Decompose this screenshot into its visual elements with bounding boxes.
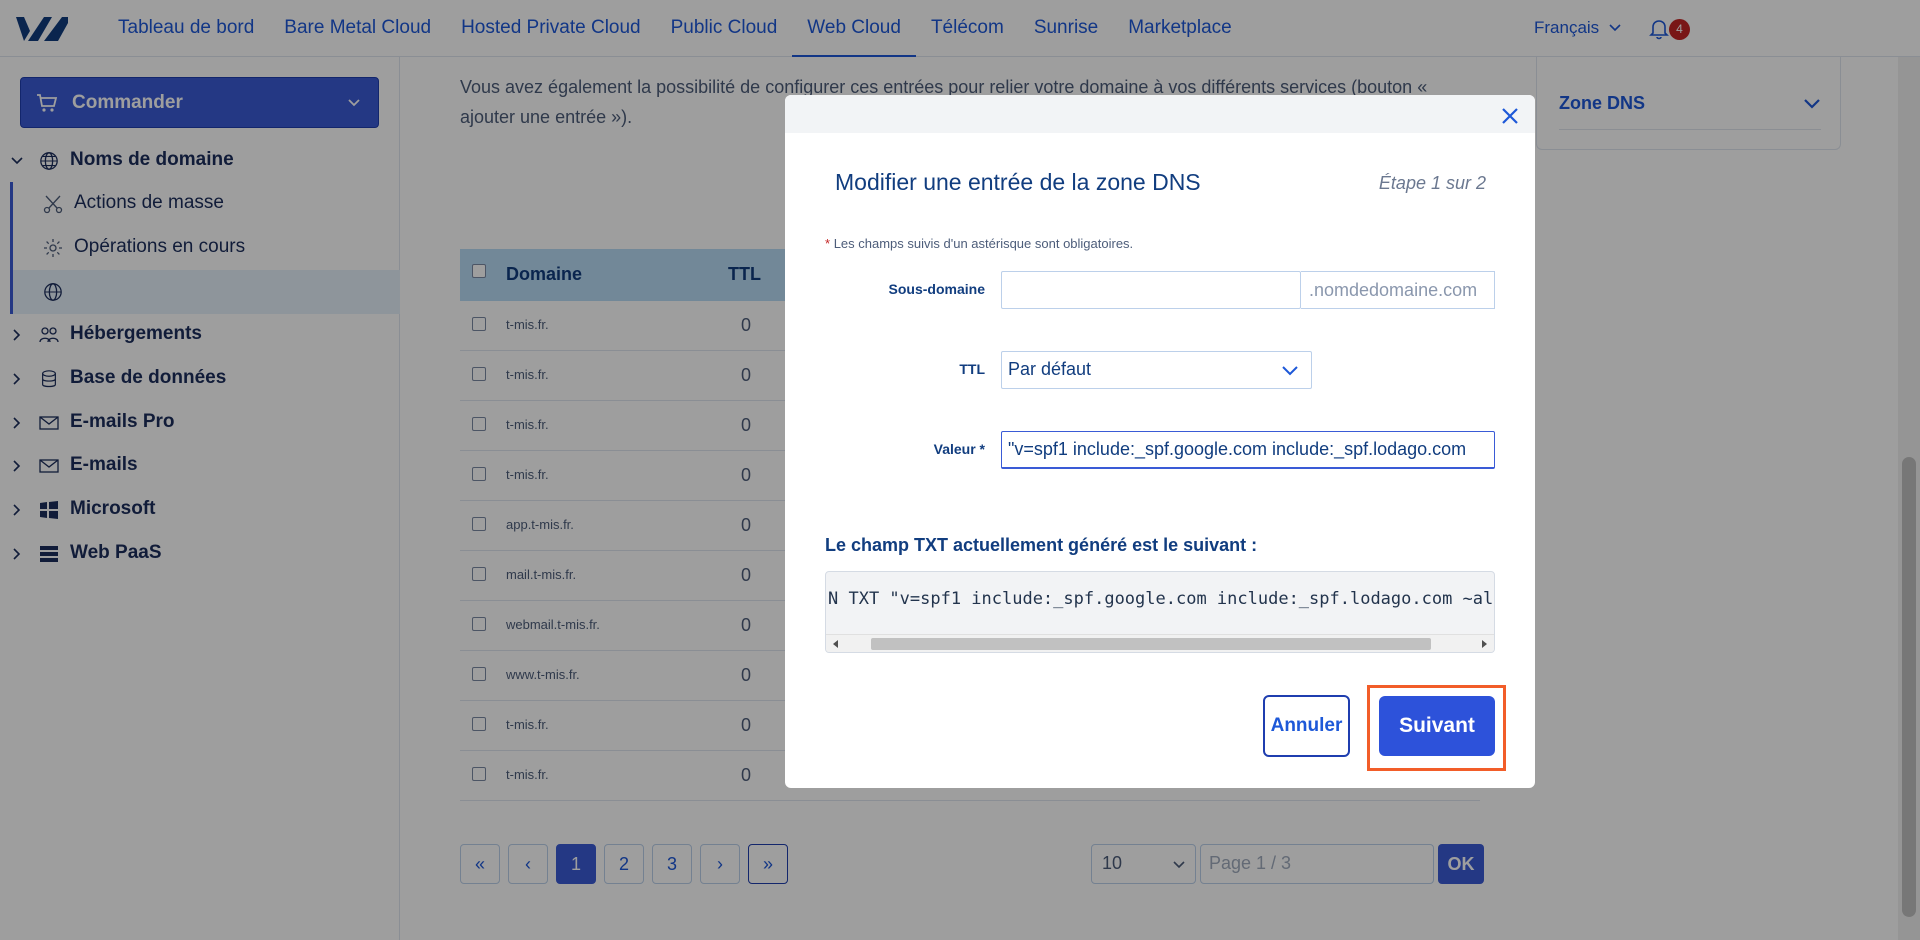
required-note-text: Les champs suivis d'un astérisque sont o…: [833, 236, 1134, 251]
modal-header-bar: [785, 95, 1535, 133]
close-icon[interactable]: [1499, 105, 1521, 127]
horizontal-scrollbar[interactable]: [826, 634, 1494, 652]
value-label: Valeur *: [933, 441, 985, 457]
required-note: * Les champs suivis d'un astérisque sont…: [825, 236, 1133, 251]
scroll-right-arrow-icon[interactable]: [1482, 640, 1487, 648]
asterisk: *: [825, 236, 831, 251]
value-input[interactable]: "v=spf1 include:_spf.google.com include:…: [1001, 431, 1495, 469]
ttl-label: TTL: [959, 361, 985, 377]
subdomain-suffix: .nomdedomaine.com: [1301, 271, 1495, 309]
chevron-down-icon: [1282, 366, 1298, 376]
ttl-value: Par défaut: [1008, 359, 1092, 379]
scrollbar-thumb[interactable]: [871, 638, 1431, 650]
cancel-button[interactable]: Annuler: [1263, 695, 1350, 757]
scroll-left-arrow-icon[interactable]: [833, 640, 838, 648]
ttl-select[interactable]: Par défaut: [1001, 351, 1312, 389]
txt-preview-text: N TXT "v=spf1 include:_spf.google.com in…: [828, 589, 1495, 609]
subdomain-input[interactable]: [1001, 271, 1301, 309]
modal-title: Modifier une entrée de la zone DNS: [835, 169, 1201, 195]
txt-preview-box: N TXT "v=spf1 include:_spf.google.com in…: [825, 571, 1495, 653]
step-indicator: Étape 1 sur 2: [1378, 173, 1486, 193]
next-button-highlight: [1367, 685, 1506, 771]
txt-preview-heading: Le champ TXT actuellement généré est le …: [825, 535, 1258, 555]
subdomain-label: Sous-domaine: [888, 281, 985, 297]
